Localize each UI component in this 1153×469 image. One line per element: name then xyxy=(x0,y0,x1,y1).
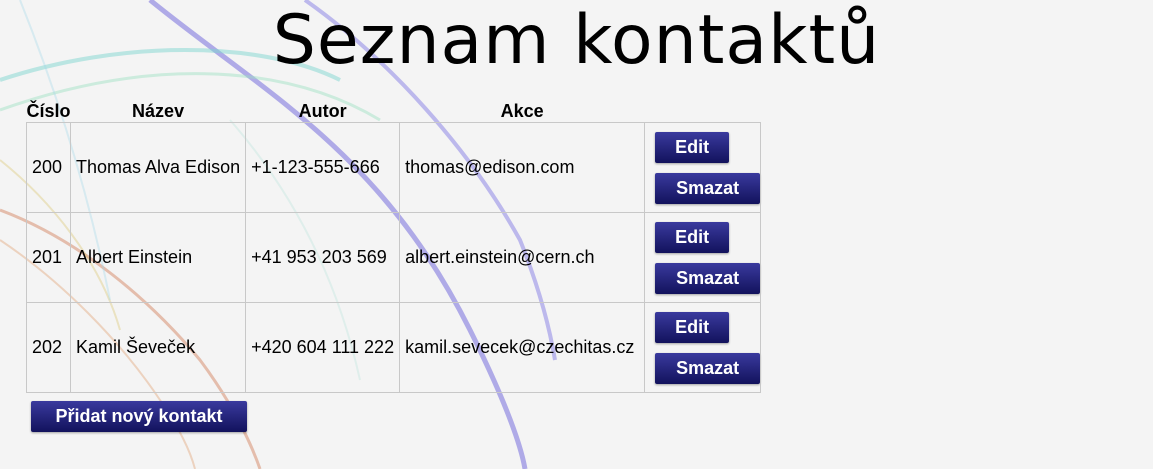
delete-button[interactable]: Smazat xyxy=(655,262,761,294)
header-empty xyxy=(645,96,761,123)
cell-email: thomas@edison.com xyxy=(399,122,646,213)
table-row: 202 Kamil Ševeček +420 604 111 222 kamil… xyxy=(25,302,762,393)
table-row: 201 Albert Einstein +41 953 203 569 albe… xyxy=(25,212,762,303)
cell-name: Kamil Ševeček xyxy=(70,302,247,393)
cell-phone: +420 604 111 222 xyxy=(245,302,401,393)
header-author: Autor xyxy=(298,101,347,121)
cell-actions: Edit Smazat xyxy=(644,212,762,303)
header-actions: Akce xyxy=(500,101,544,121)
cell-number: 202 xyxy=(25,302,72,393)
cell-actions: Edit Smazat xyxy=(644,122,762,213)
table-header-row: Číslo Název Autor Akce xyxy=(27,96,761,123)
edit-button[interactable]: Edit xyxy=(655,221,730,253)
cell-phone: +41 953 203 569 xyxy=(245,212,401,303)
delete-button[interactable]: Smazat xyxy=(655,172,761,204)
page-title: Seznam kontaktů xyxy=(272,1,881,80)
edit-button[interactable]: Edit xyxy=(655,131,730,163)
delete-button[interactable]: Smazat xyxy=(655,352,761,384)
header-name: Název xyxy=(132,101,185,121)
cell-email: albert.einstein@cern.ch xyxy=(399,212,646,303)
header-number: Číslo xyxy=(26,101,71,121)
table-row: 200 Thomas Alva Edison +1-123-555-666 th… xyxy=(25,122,762,213)
cell-email: kamil.sevecek@czechitas.cz xyxy=(399,302,646,393)
edit-button[interactable]: Edit xyxy=(655,311,730,343)
cell-name: Thomas Alva Edison xyxy=(70,122,247,213)
cell-actions: Edit Smazat xyxy=(644,302,762,393)
cell-number: 201 xyxy=(25,212,72,303)
cell-phone: +1-123-555-666 xyxy=(245,122,401,213)
cell-name: Albert Einstein xyxy=(70,212,247,303)
add-contact-button[interactable]: Přidat nový kontakt xyxy=(31,401,247,432)
cell-number: 200 xyxy=(25,122,72,213)
contacts-table: Číslo Název Autor Akce 200 Thomas Alva E… xyxy=(25,96,762,393)
